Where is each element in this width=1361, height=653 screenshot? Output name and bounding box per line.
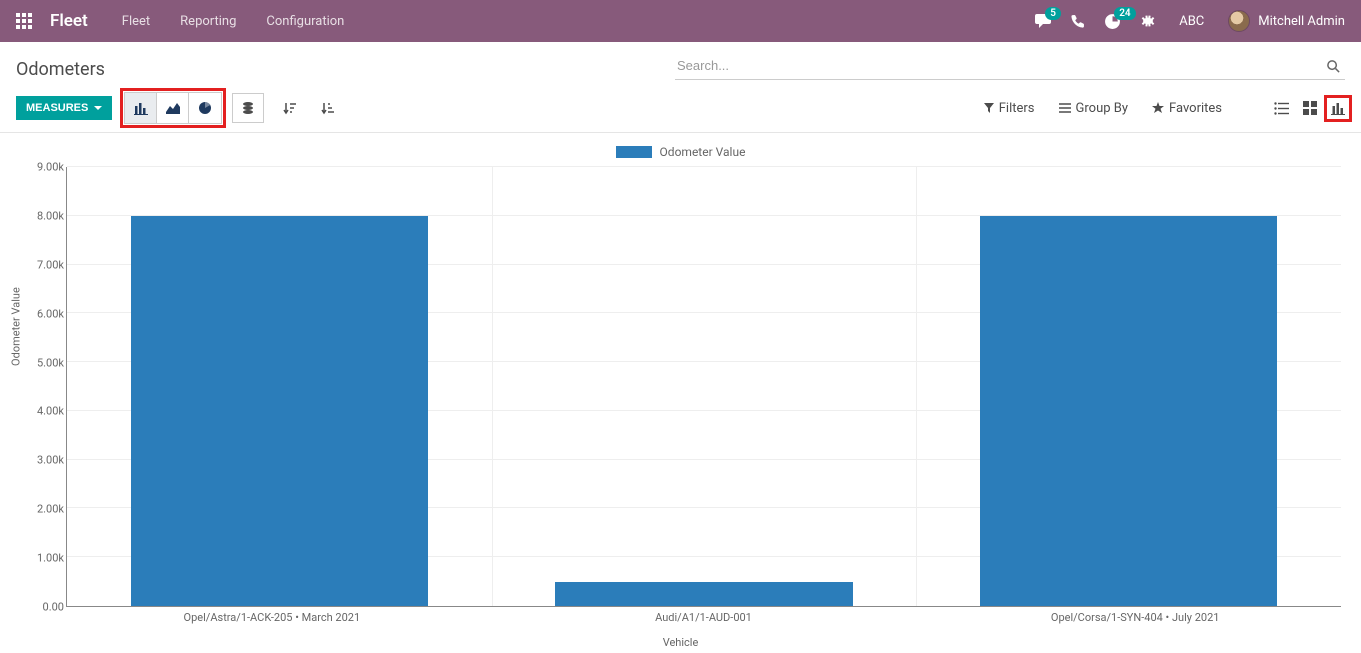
stacked-button[interactable] xyxy=(232,93,264,123)
chart-container: Odometer Value Odometer Value 0.001.00k2… xyxy=(0,133,1361,653)
y-tick: 2.00k xyxy=(26,503,64,516)
measures-label: MEASURES xyxy=(26,102,88,114)
measures-button[interactable]: MEASURES xyxy=(16,96,112,120)
list-view-button[interactable] xyxy=(1274,102,1289,115)
y-tick: 4.00k xyxy=(26,405,64,418)
groupby-label: Group By xyxy=(1076,101,1129,116)
y-tick: 3.00k xyxy=(26,454,64,467)
bar[interactable] xyxy=(555,582,852,606)
search-input[interactable] xyxy=(675,52,1345,80)
chart-type-group xyxy=(124,92,222,124)
x-axis-labels: Opel/Astra/1-ACK-205 • March 2021Audi/A1… xyxy=(56,605,1351,624)
legend-label: Odometer Value xyxy=(660,145,746,159)
bar-chart-button[interactable] xyxy=(125,93,157,123)
filters-dropdown[interactable]: Filters xyxy=(984,101,1035,116)
x-tick-label: Opel/Corsa/1-SYN-404 • July 2021 xyxy=(919,605,1351,624)
bar-slot xyxy=(916,167,1341,606)
sort-desc-button[interactable] xyxy=(278,93,302,123)
y-axis-label: Odometer Value xyxy=(10,287,23,366)
bar-slot xyxy=(492,167,917,606)
x-tick-label: Audi/A1/1-AUD-001 xyxy=(488,605,920,624)
search-bar xyxy=(675,52,1345,80)
graph-view-button[interactable] xyxy=(1331,102,1345,115)
y-axis: 0.001.00k2.00k3.00k4.00k5.00k6.00k7.00k8… xyxy=(26,167,64,607)
apps-icon[interactable] xyxy=(16,13,32,29)
nav-link-fleet[interactable]: Fleet xyxy=(116,14,156,29)
list-icon xyxy=(1059,103,1071,113)
star-icon xyxy=(1152,102,1164,114)
search-icon[interactable] xyxy=(1326,59,1341,74)
chart-plot: Odometer Value 0.001.00k2.00k3.00k4.00k5… xyxy=(66,167,1341,607)
nav-link-configuration[interactable]: Configuration xyxy=(260,14,350,29)
legend-swatch xyxy=(616,146,652,158)
y-tick: 1.00k xyxy=(26,552,64,565)
favorites-label: Favorites xyxy=(1169,101,1222,116)
bar[interactable] xyxy=(131,216,428,606)
activities-icon[interactable]: 24 xyxy=(1104,13,1121,30)
grid-area xyxy=(66,167,1341,607)
messages-icon[interactable]: 5 xyxy=(1035,13,1053,29)
y-tick: 9.00k xyxy=(26,161,64,174)
y-tick: 7.00k xyxy=(26,258,64,271)
avatar xyxy=(1228,10,1250,32)
user-name: Mitchell Admin xyxy=(1258,14,1345,29)
phone-icon[interactable] xyxy=(1071,14,1086,29)
top-navbar: Fleet Fleet Reporting Configuration 5 24… xyxy=(0,0,1361,42)
kanban-view-button[interactable] xyxy=(1303,101,1317,115)
bar[interactable] xyxy=(980,216,1277,606)
navbar-right: 5 24 ABC Mitchell Admin xyxy=(1035,10,1345,32)
funnel-icon xyxy=(984,103,994,113)
messages-badge: 5 xyxy=(1045,7,1061,20)
x-tick-label: Opel/Astra/1-ACK-205 • March 2021 xyxy=(56,605,488,624)
x-axis-label: Vehicle xyxy=(0,636,1361,649)
page-title: Odometers xyxy=(16,59,105,80)
search-filters: Filters Group By Favorites xyxy=(984,101,1345,116)
navbar-left: Fleet Fleet Reporting Configuration xyxy=(16,11,350,31)
line-chart-button[interactable] xyxy=(157,93,189,123)
favorites-dropdown[interactable]: Favorites xyxy=(1152,101,1222,116)
nav-link-reporting[interactable]: Reporting xyxy=(174,14,242,29)
sort-asc-button[interactable] xyxy=(316,93,340,123)
y-tick: 6.00k xyxy=(26,307,64,320)
app-brand[interactable]: Fleet xyxy=(50,11,88,31)
caret-down-icon xyxy=(94,106,102,110)
control-panel: Odometers MEASURES xyxy=(0,42,1361,133)
chart-legend: Odometer Value xyxy=(10,141,1351,167)
bar-slot xyxy=(67,167,492,606)
y-tick: 5.00k xyxy=(26,356,64,369)
groupby-dropdown[interactable]: Group By xyxy=(1059,101,1129,116)
user-menu[interactable]: Mitchell Admin xyxy=(1228,10,1345,32)
y-tick: 8.00k xyxy=(26,209,64,222)
filters-label: Filters xyxy=(999,101,1035,116)
company-selector[interactable]: ABC xyxy=(1173,14,1210,29)
pie-chart-button[interactable] xyxy=(189,93,221,123)
activities-badge: 24 xyxy=(1114,7,1135,20)
debug-icon[interactable] xyxy=(1139,13,1155,29)
bars-group xyxy=(67,167,1341,606)
view-switcher xyxy=(1274,101,1345,115)
